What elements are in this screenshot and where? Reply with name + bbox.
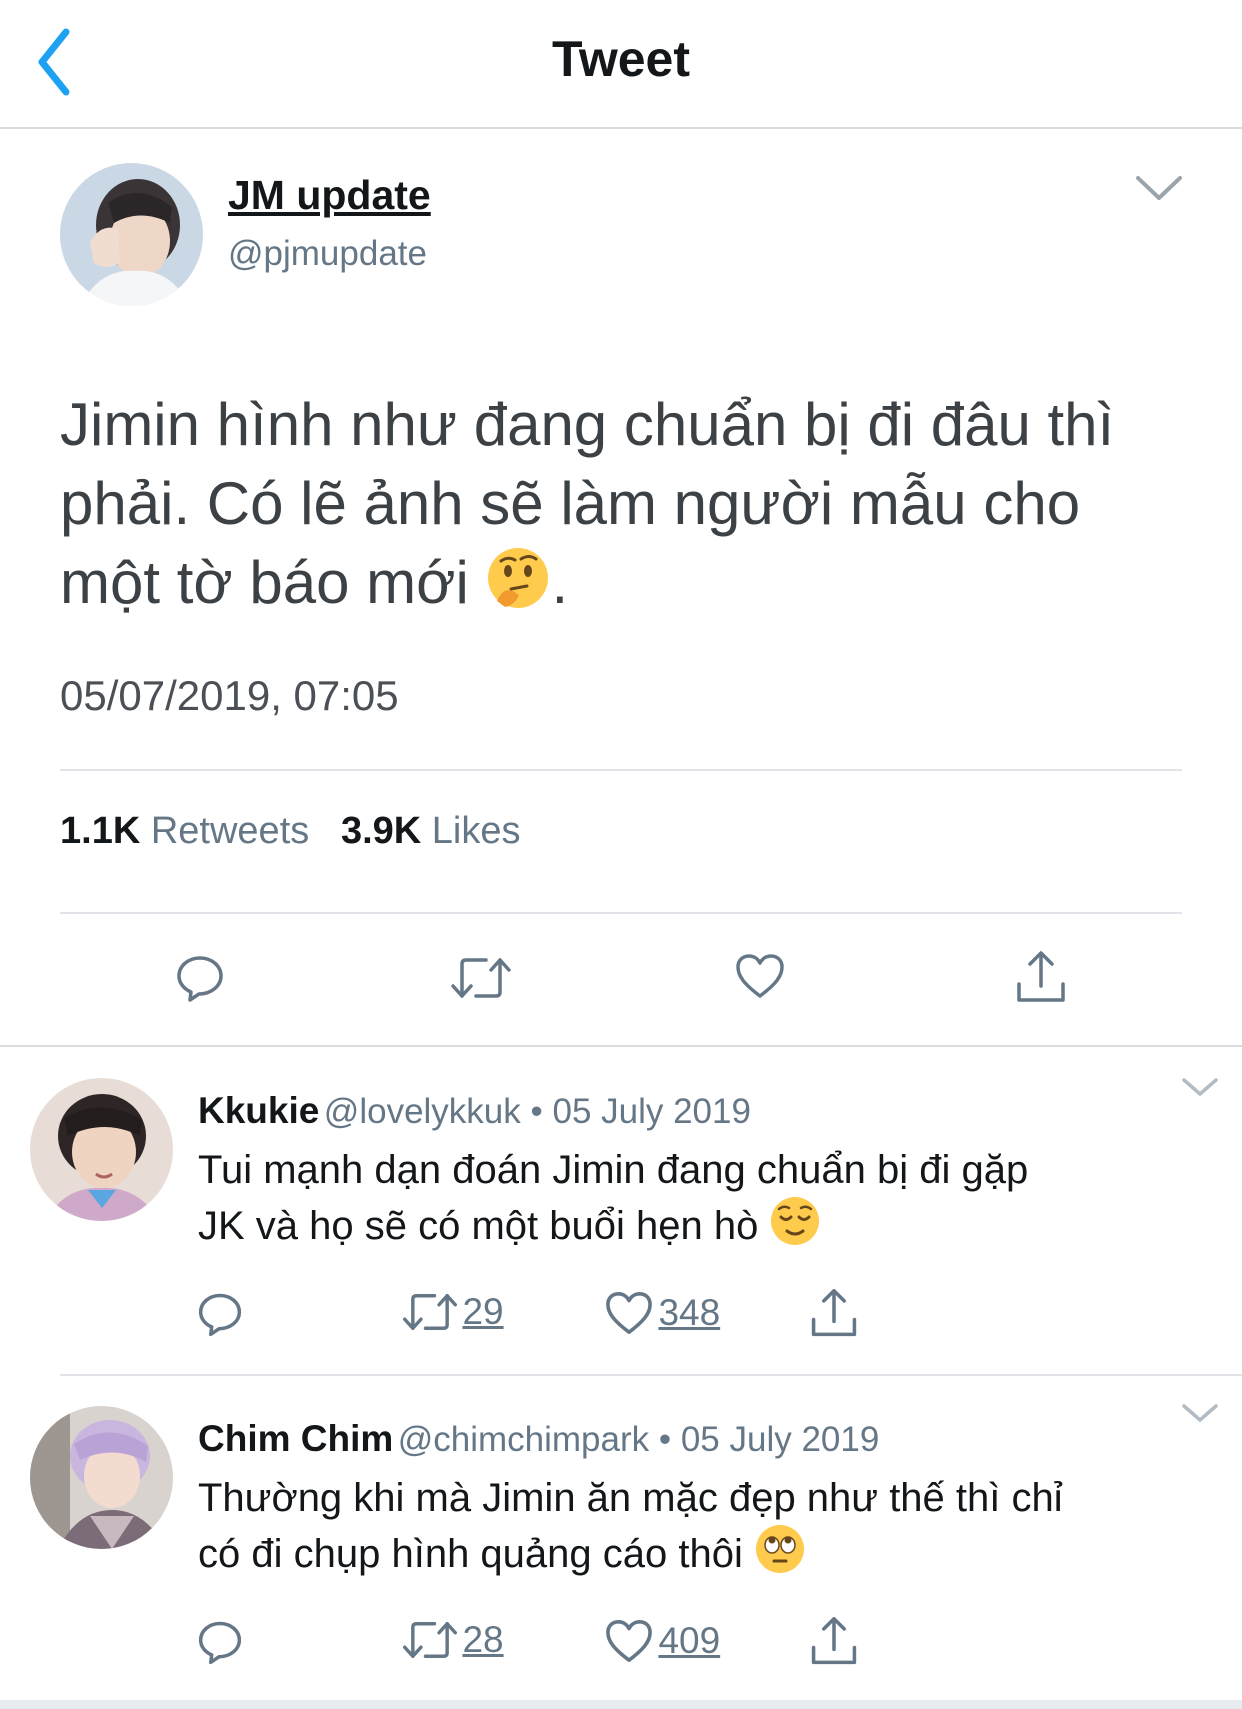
reply-author-name[interactable]: Chim Chim [198, 1418, 393, 1459]
reply-reply-button[interactable] [196, 1618, 244, 1666]
tweet-text-segment: . [551, 549, 569, 616]
like-count: 409 [658, 1620, 721, 1661]
chevron-down-icon [1182, 1078, 1218, 1096]
tweet-timestamp[interactable]: 05/07/2019, 07:05 [60, 672, 399, 720]
reply-text-line: JK và họ sẽ có một buổi hẹn hò [198, 1195, 1208, 1259]
reply-retweet-button[interactable]: 29 [402, 1290, 504, 1334]
like-count: 348 [658, 1292, 721, 1333]
reply-avatar[interactable] [30, 1078, 173, 1221]
retweet-count: 28 [462, 1619, 504, 1660]
author-handle[interactable]: @pjmupdate [228, 234, 427, 274]
tweet-text-line: phải. Có lẽ ảnh sẽ làm người mẫu cho [60, 470, 1081, 537]
reply-text-segment: JK và họ sẽ có một buổi hẹn hò [198, 1204, 759, 1248]
divider [60, 1374, 1242, 1376]
retweet-icon [402, 1622, 458, 1658]
retweet-button[interactable] [450, 954, 512, 1002]
reply-icon [177, 956, 223, 1002]
thinking-face-emoji [485, 545, 551, 630]
author-avatar[interactable] [60, 163, 203, 306]
tweet-options-button[interactable] [1132, 170, 1186, 204]
heart-icon [736, 954, 784, 998]
reply-text: Thường khi mà Jimin ăn mặc đẹp như thế t… [198, 1473, 1208, 1587]
likes-stat[interactable]: 3.9K Likes [341, 810, 521, 852]
retweets-label: Retweets [150, 810, 310, 852]
reply-like-button[interactable]: 348 [604, 1290, 720, 1336]
reply-share-button[interactable] [808, 1286, 860, 1340]
reply-retweet-button[interactable]: 28 [402, 1618, 504, 1662]
nav-header: Tweet [0, 0, 1242, 129]
divider [60, 912, 1182, 914]
reply-like-button[interactable]: 409 [604, 1618, 720, 1664]
share-icon [1017, 951, 1065, 1002]
retweet-icon [402, 1294, 458, 1330]
reply-text-line: có đi chụp hình quảng cáo thôi [198, 1523, 1208, 1587]
reply-header: Kkukie @lovelykkuk • 05 July 2019 [198, 1090, 751, 1132]
relieved-face-emoji [769, 1195, 821, 1259]
tweet-stats: 1.1K Retweets 3.9K Likes [60, 810, 521, 853]
share-button[interactable] [1013, 948, 1069, 1006]
tweet-text: Jimin hình như đang chuẩn bị đi đâu thì … [60, 385, 1170, 630]
retweet-icon [451, 958, 511, 998]
retweet-count: 29 [462, 1291, 504, 1332]
divider [60, 769, 1182, 771]
reply-meta: @lovelykkuk • 05 July 2019 [323, 1092, 751, 1131]
heart-icon [606, 1620, 652, 1662]
reply-icon [198, 1621, 242, 1665]
tweet-text-line: một tờ báo mới . [60, 543, 1170, 630]
reply-meta: @chimchimpark • 05 July 2019 [397, 1420, 880, 1459]
author-name[interactable]: JM update [228, 172, 431, 219]
page-title: Tweet [552, 31, 690, 87]
chevron-down-icon [1136, 176, 1182, 200]
section-divider [0, 1045, 1242, 1047]
like-button[interactable] [734, 952, 786, 1000]
reply-button[interactable] [174, 952, 226, 1004]
reply-text-line: Tui mạnh dạn đoán Jimin đang chuẩn bị đi… [198, 1148, 1029, 1192]
reply-share-button[interactable] [808, 1614, 860, 1668]
share-icon [811, 1616, 857, 1665]
likes-count: 3.9K [340, 810, 422, 852]
chevron-down-icon [1182, 1404, 1218, 1422]
tweet-text-segment: một tờ báo mới [60, 549, 469, 616]
heart-icon [606, 1292, 652, 1334]
retweets-count: 1.1K [60, 810, 141, 852]
reply-text: Tui mạnh dạn đoán Jimin đang chuẩn bị đi… [198, 1145, 1208, 1259]
bottom-edge [0, 1700, 1242, 1709]
reply-author-name[interactable]: Kkukie [198, 1090, 319, 1131]
likes-label: Likes [431, 810, 521, 852]
reply-text-segment: có đi chụp hình quảng cáo thôi [198, 1532, 743, 1576]
eye-roll-face-emoji [754, 1523, 806, 1587]
reply-avatar[interactable] [30, 1406, 173, 1549]
reply-reply-button[interactable] [196, 1290, 244, 1338]
tweet-text-line: Jimin hình như đang chuẩn bị đi đâu thì [60, 391, 1115, 458]
reply-options-button[interactable] [1180, 1400, 1220, 1426]
reply-text-line: Thường khi mà Jimin ăn mặc đẹp như thế t… [198, 1476, 1063, 1520]
retweets-stat[interactable]: 1.1K Retweets [60, 810, 309, 852]
reply-icon [198, 1293, 242, 1337]
reply-options-button[interactable] [1180, 1074, 1220, 1100]
reply-header: Chim Chim @chimchimpark • 05 July 2019 [198, 1418, 879, 1460]
share-icon [811, 1288, 857, 1337]
